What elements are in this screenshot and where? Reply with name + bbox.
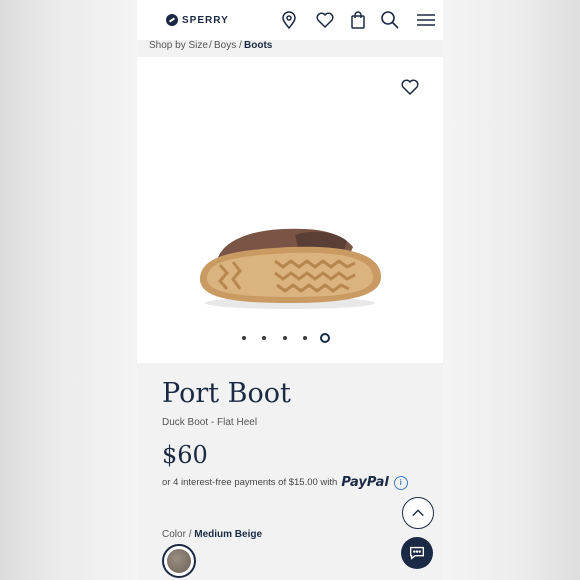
search-icon[interactable] — [380, 10, 400, 30]
swatch-image — [167, 549, 191, 573]
color-separator: / — [188, 529, 192, 540]
installment-payment-info: or 4 interest-free payments of $15.00 wi… — [162, 475, 408, 490]
sperry-logo-icon — [166, 14, 178, 26]
pagination-dot[interactable] — [242, 336, 246, 340]
chevron-up-icon — [412, 509, 424, 517]
pagination-dot[interactable] — [303, 336, 307, 340]
color-label: Color — [162, 529, 186, 540]
shopping-bag-icon[interactable] — [348, 10, 368, 30]
breadcrumb: Shop by Size / Boys / Boots — [137, 40, 443, 57]
info-icon[interactable]: i — [393, 475, 408, 490]
breadcrumb-item-boots: Boots — [244, 40, 273, 51]
breadcrumb-item-boys[interactable]: Boys — [214, 40, 236, 51]
chat-button[interactable] — [401, 537, 433, 569]
color-selection-label: Color / Medium Beige — [162, 529, 262, 540]
color-swatch-medium-beige[interactable] — [162, 544, 196, 578]
pagination-dot[interactable] — [283, 336, 287, 340]
breadcrumb-separator: / — [209, 40, 212, 51]
brand-logo[interactable]: SPERRY — [166, 13, 229, 27]
product-image-gallery[interactable] — [137, 57, 443, 363]
location-pin-icon[interactable] — [279, 10, 299, 30]
product-subtitle: Duck Boot - Flat Heel — [162, 417, 258, 428]
background-right — [443, 0, 580, 580]
paypal-logo: PayPal — [341, 475, 389, 490]
product-title: Port Boot — [162, 378, 291, 409]
heart-icon[interactable] — [315, 10, 335, 30]
mobile-page: SPERRY Shop by Size / Boys / Boots Port … — [137, 0, 443, 580]
selected-color-name: Medium Beige — [194, 529, 263, 540]
wishlist-heart-icon[interactable] — [400, 77, 420, 97]
scroll-to-top-button[interactable] — [402, 497, 434, 529]
breadcrumb-item-shop-by-size[interactable]: Shop by Size — [149, 40, 208, 51]
product-price: $60 — [162, 441, 208, 469]
brand-name: SPERRY — [182, 14, 229, 26]
chat-bubble-icon — [410, 546, 424, 560]
pagination-dot[interactable] — [262, 336, 266, 340]
pagination-dot-active[interactable] — [320, 333, 330, 343]
top-navigation-bar: SPERRY — [137, 0, 443, 40]
installment-text: or 4 interest-free payments of $15.00 wi… — [162, 477, 338, 488]
menu-icon[interactable] — [416, 10, 436, 30]
product-image-boot — [199, 228, 381, 309]
breadcrumb-separator: / — [239, 40, 242, 51]
gallery-pagination — [242, 333, 332, 345]
